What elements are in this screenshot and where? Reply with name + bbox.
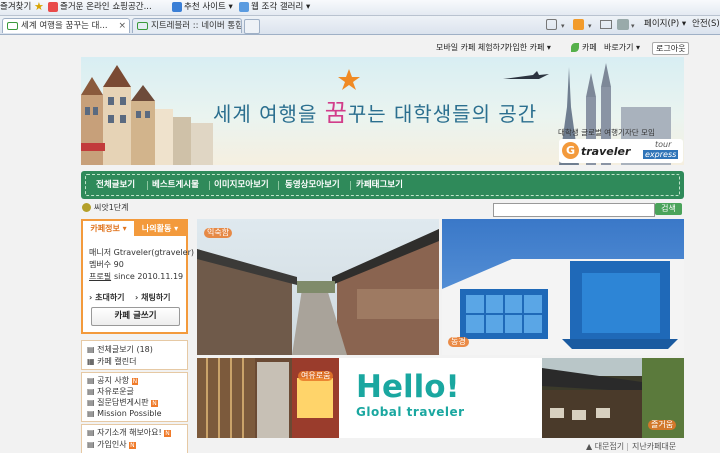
joined-cafe-link[interactable]: 가입한 카페 ▾: [505, 42, 551, 53]
sidebar-item-free-board[interactable]: ▤ 자유로운글: [87, 387, 134, 397]
collapse-door-link[interactable]: ▲ 대문접기: [586, 442, 624, 452]
sidebar-item-greeting[interactable]: ▤ 가입인사 N: [87, 440, 136, 451]
tab-cafe-info[interactable]: 카페정보 ▾: [83, 221, 134, 236]
new-badge: N: [164, 430, 171, 437]
chevron-down-icon[interactable]: ▾: [561, 22, 565, 30]
shortcut-link[interactable]: 바로가기 ▾: [604, 42, 640, 53]
new-tab-button[interactable]: [244, 19, 260, 34]
photo-blue-windows[interactable]: 동경: [442, 219, 684, 355]
cafe-write-button[interactable]: 카페 글쓰기: [91, 307, 180, 326]
chevron-down-icon[interactable]: ▾: [631, 22, 635, 30]
favorite-shopping[interactable]: 즐거운 온라인 쇼핑공간...: [60, 1, 152, 14]
add-favorite-icon[interactable]: ★: [34, 1, 44, 13]
sidebar-item-mission[interactable]: ▤ Mission Possible: [87, 409, 162, 419]
favorite-recommended[interactable]: 추천 사이트 ▾: [184, 1, 233, 14]
rss-feed-icon[interactable]: [573, 19, 584, 30]
cafe-banner[interactable]: 세계 여행을 꿈꾸는 대학생들의 공간 대학생 글로벌 여행기자단 모임 G t…: [81, 57, 684, 165]
cafe-search-input[interactable]: [493, 203, 655, 217]
tab-my-activity[interactable]: 나의활동 ▾: [134, 221, 186, 236]
tab-title: 지트레블러 :: 네이버 통합...: [151, 21, 242, 31]
safety-menu[interactable]: 안전(S) ▾: [692, 18, 720, 30]
new-badge: N: [129, 442, 136, 449]
menu-videos[interactable]: 동영상모아보기: [285, 180, 340, 191]
tab-inactive[interactable]: 지트레블러 :: 네이버 통합...: [132, 18, 242, 33]
seed-level-icon: [82, 203, 91, 212]
sidebar-item-intro[interactable]: ▤ 자기소개 해보아요! N: [87, 428, 171, 439]
ie-icon: [172, 2, 182, 12]
print-icon[interactable]: [617, 19, 629, 30]
banner-subtitle: 대학생 글로벌 여행기자단 모임: [558, 128, 655, 137]
favorites-bar: 즐겨찾기 ★ 즐거운 온라인 쇼핑공간... 추천 사이트 ▾ 웹 조각 갤러리…: [0, 0, 720, 16]
favorites-button[interactable]: 즐겨찾기: [0, 1, 31, 14]
home-icon[interactable]: [546, 19, 557, 30]
chevron-down-icon[interactable]: ▾: [588, 22, 592, 30]
menu-best-posts[interactable]: 베스트게시물: [152, 180, 199, 191]
favorite-web-slice[interactable]: 웹 조각 갤러리 ▾: [251, 1, 310, 14]
photo-label: 여유로움: [298, 371, 334, 381]
cafe-favicon-icon: [7, 22, 18, 30]
hello-title: Hello!: [356, 369, 460, 405]
hello-panel: Hello! Global traveler: [339, 358, 542, 438]
new-badge: N: [131, 378, 139, 385]
sidebar-item-notice[interactable]: ▤ 공지 사항 N: [87, 376, 139, 387]
photo-label: 익숙함: [204, 228, 233, 238]
chat-link[interactable]: › 채팅하기: [135, 293, 171, 303]
hello-subtitle: Global traveler: [356, 405, 465, 419]
cafe-home-link[interactable]: 카페: [582, 42, 597, 53]
sidebar-item-qna[interactable]: ▤ 질문답변게시판 N: [87, 398, 158, 409]
invite-link[interactable]: › 초대하기: [89, 293, 125, 303]
sidebar-menu-group-3: ▤ 자기소개 해보아요! N ▤ 가입인사 N: [81, 424, 188, 453]
tab-active[interactable]: 세계 여행을 꿈꾸는 대... ×: [2, 18, 130, 33]
cafe-favicon-icon: [137, 22, 148, 30]
sidebar-item-all-posts[interactable]: ▤ 전체글보기 (18): [87, 345, 153, 355]
sidebar-item-calendar[interactable]: ▦ 카페 캘린더: [87, 357, 136, 367]
page-menu[interactable]: 페이지(P) ▾: [644, 18, 686, 30]
banner-logo: G traveler tour express: [559, 139, 683, 163]
g-logo-icon: G: [562, 142, 579, 159]
photo-label: 동경: [448, 337, 469, 347]
cafe-manager: 매니저 Gtraveler(gtraveler): [89, 248, 194, 257]
cafe-info-panel: 카페정보 ▾ 나의활동 ▾ 매니저 Gtraveler(gtraveler) 멤…: [81, 219, 194, 334]
profile-link[interactable]: 프로필: [89, 272, 111, 282]
photo-terrace[interactable]: 즐거움: [542, 358, 684, 438]
tab-bar: 세계 여행을 꿈꾸는 대... × 지트레블러 :: 네이버 통합... ▾ ▾…: [0, 16, 720, 35]
mail-icon[interactable]: [600, 20, 612, 29]
mobile-cafe-link[interactable]: 모바일 카페 체험하기: [436, 42, 507, 53]
photo-cafe-street[interactable]: 여유로움: [197, 358, 339, 438]
member-level: 씨앗1단계: [94, 203, 129, 212]
photo-label: 즐거움: [648, 420, 677, 430]
past-door-link[interactable]: 지난카페대문: [632, 442, 676, 452]
cafe-since-date: since 2010.11.19: [114, 272, 184, 281]
sidebar-menu-group-1: ▤ 전체글보기 (18) ▦ 카페 캘린더: [81, 340, 188, 370]
sidebar-menu-group-2: ▤ 공지 사항 N ▤ 자유로운글 ▤ 질문답변게시판 N ▤ Mission …: [81, 372, 188, 422]
new-badge: N: [151, 400, 158, 407]
photo-hanok-alley[interactable]: 익숙함: [197, 219, 439, 355]
web-slice-icon: [239, 2, 249, 12]
menu-all-posts[interactable]: 전체글보기: [96, 180, 135, 191]
tab-title: 세계 여행을 꿈꾸는 대...: [21, 21, 108, 31]
shopping-site-icon: [48, 2, 58, 12]
menu-images[interactable]: 이미지모아보기: [214, 180, 269, 191]
search-button[interactable]: 검색: [655, 203, 682, 215]
leaf-icon: [571, 43, 579, 52]
banner-headline: 세계 여행을 꿈꾸는 대학생들의 공간: [213, 99, 538, 127]
menu-tags[interactable]: 카페태그보기: [356, 180, 403, 191]
logout-button[interactable]: 로그아웃: [652, 42, 690, 55]
close-icon[interactable]: ×: [118, 19, 126, 33]
member-count: 멤버수 90: [89, 260, 124, 269]
